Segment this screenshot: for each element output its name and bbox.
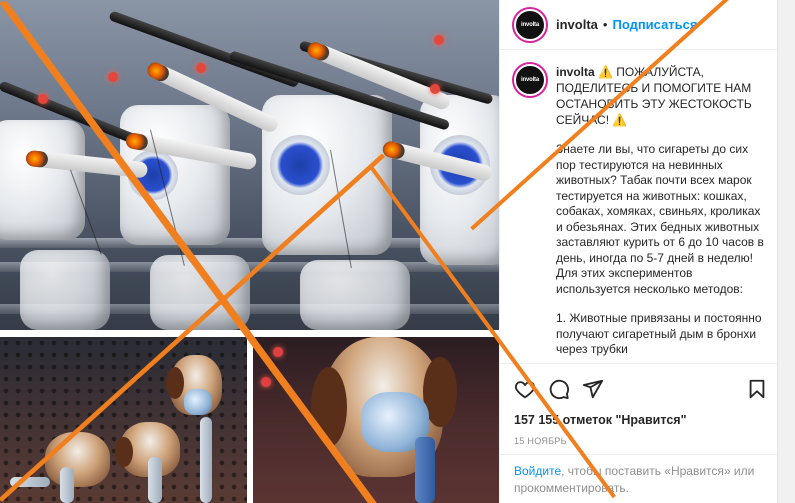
photo-beagles-enclosure [0,337,247,503]
bookmark-icon[interactable] [746,378,768,400]
post-date[interactable]: 15 ноябрь [514,436,567,446]
caption-paragraph: 1. Животные привязаны и постоянно получа… [556,311,762,356]
comment-icon[interactable] [548,378,570,400]
avatar[interactable]: involta [512,6,548,43]
caption-paragraph: Знаете ли вы, что сигареты до сих пор те… [556,142,764,296]
share-icon[interactable] [582,378,604,400]
action-icons [514,374,765,404]
photo-smoking-machine [0,0,499,330]
scrollbar[interactable] [777,0,795,503]
caption-area: involta involta ⚠️ ПОЖАЛУЙСТА, ПОДЕЛИТЕС… [500,50,778,363]
photo-beagle-mask [253,337,499,503]
likes-count[interactable]: 157 155 отметок "Нравится" [514,413,687,427]
actions-section: 157 155 отметок "Нравится" 15 ноябрь Вой… [500,363,778,503]
login-link[interactable]: Войдите [514,464,561,478]
caption-headline: involta ⚠️ ПОЖАЛУЙСТА, ПОДЕЛИТЕСЬ И ПОМО… [556,64,764,128]
username-link[interactable]: involta [556,17,598,32]
separator-dot: • [602,17,608,32]
post-header: involta involta • Подписаться [500,0,778,50]
avatar-text: involta [521,77,539,83]
post-image[interactable] [0,0,499,503]
avatar[interactable]: involta [512,62,548,98]
post-details-panel: involta involta • Подписаться involta in… [0,0,778,503]
follow-button[interactable]: Подписаться [612,17,697,32]
login-prompt: Войдите, чтобы поставить «Нравится» или … [500,454,778,503]
caption-username[interactable]: involta [556,65,595,79]
avatar-text: involta [521,21,539,28]
